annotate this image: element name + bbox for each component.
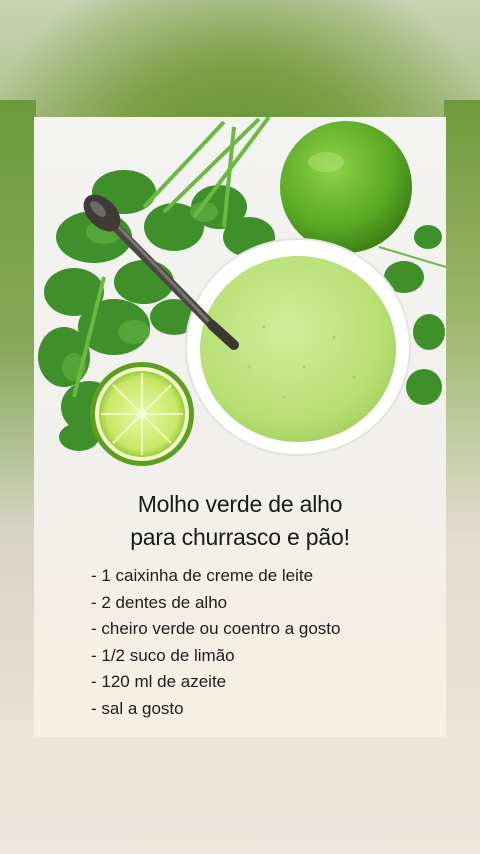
- ingredient-item: - sal a gosto: [91, 698, 184, 718]
- recipe-title-line1: Molho verde de alho: [137, 491, 343, 517]
- background-blur-right: [444, 100, 480, 720]
- ingredient-item: - 1/2 suco de limão: [91, 645, 235, 665]
- ingredient-item: - 120 ml de azeite: [91, 672, 227, 691]
- lime-whole: [280, 121, 412, 253]
- recipe-photo: [38, 117, 446, 466]
- ingredient-list: - 1 caixinha de creme de leite - 2 dente…: [91, 563, 340, 722]
- sauce: [200, 256, 396, 442]
- background-blur-left: [0, 100, 36, 720]
- ingredient-item: - 1 caixinha de creme de leite: [91, 566, 314, 585]
- recipe-card: Molho verde de alho para churrasco e pão…: [34, 117, 446, 737]
- ingredient-item: - cheiro verde ou coentro a gosto: [91, 619, 341, 638]
- ingredient-item: - 2 dentes de alho: [91, 592, 228, 612]
- recipe-title-line2: para churrasco e pão!: [130, 524, 350, 550]
